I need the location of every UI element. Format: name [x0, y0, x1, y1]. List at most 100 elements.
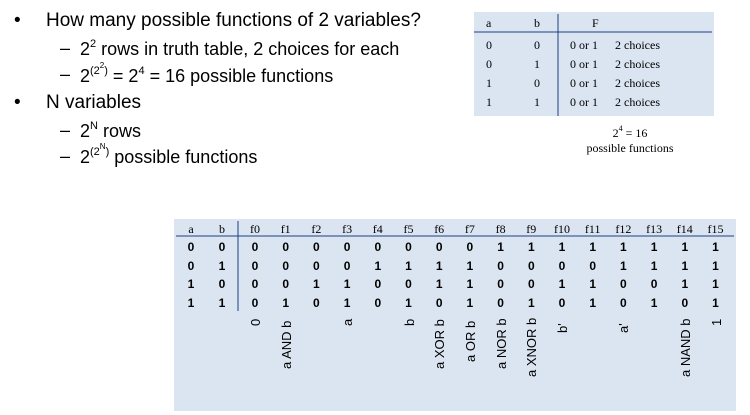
function-header-f0: f0 [250, 222, 260, 236]
function-cell: 1 [527, 296, 535, 310]
function-header-f9: f9 [526, 222, 537, 236]
function-cell: 1 [681, 259, 689, 273]
small-table-caption: 24 = 16 possible functions [560, 125, 700, 156]
function-cell: 1 [712, 277, 719, 291]
function-cell: 1 [681, 240, 689, 254]
function-name-label: a XNOR b [524, 317, 540, 377]
function-name-label: a [340, 318, 356, 327]
function-cell: 1 [343, 277, 351, 291]
function-cell: 0 [527, 277, 535, 291]
bullet-dot: • [14, 10, 21, 31]
function-cell: 1 [466, 277, 474, 291]
function-cell: 1 [313, 277, 320, 291]
small-cell-f: 0 or 1 [570, 57, 598, 71]
function-cell: 0 [620, 277, 627, 291]
function-cell: 0 [405, 277, 412, 291]
function-cell: 0 [681, 296, 689, 310]
caption-text: possible functions [586, 141, 674, 155]
function-cell: 0 [435, 296, 443, 310]
small-cell-b: 0 [534, 76, 540, 90]
small-cell-choices: 2 choices [615, 95, 660, 109]
function-name-label: 0 [248, 318, 263, 327]
function-cell: 0 [435, 240, 443, 254]
small-cell-b: 1 [534, 57, 540, 71]
function-name-label: a OR b [462, 321, 478, 363]
function-header-f5: f5 [403, 222, 414, 236]
function-cell: 1 [650, 259, 658, 273]
input-cell: 0 [187, 240, 195, 254]
function-cell: 0 [313, 240, 320, 254]
function-cell: 1 [558, 277, 566, 291]
function-cell: 0 [251, 259, 259, 273]
input-cell: 0 [187, 259, 195, 273]
function-cell: 1 [405, 296, 412, 310]
function-cell: 0 [313, 259, 320, 273]
function-cell: 0 [282, 240, 290, 254]
function-truth-table: a b f0 f1 f2 f3 f4 f5 f6 f7 f8 f9 f10 f11 f12 f13 f14 f15… [174, 219, 736, 411]
function-cell: 1 [497, 240, 504, 254]
function-cell: 0 [251, 277, 259, 291]
small-cell-a: 1 [486, 95, 492, 109]
function-cell: 1 [712, 259, 719, 273]
input-header-b: b [219, 222, 225, 236]
dash: – [60, 146, 71, 166]
function-header-f1: f1 [280, 222, 291, 236]
function-cell: 0 [343, 259, 351, 273]
dash: – [60, 64, 71, 84]
small-cell-b: 0 [534, 38, 540, 52]
bullet-n-variables: N variables [46, 92, 142, 113]
function-name-label: a NOR b [493, 318, 509, 370]
function-cell: 0 [466, 240, 474, 254]
function-cell: 0 [558, 296, 566, 310]
function-cell: 0 [527, 259, 535, 273]
dash: – [60, 120, 71, 140]
function-cell: 1 [620, 259, 627, 273]
function-cell: 1 [343, 296, 351, 310]
input-cell: 1 [187, 277, 195, 291]
small-header-f: F [592, 16, 599, 30]
function-header-f2: f2 [311, 222, 322, 236]
function-cell: 1 [712, 240, 719, 254]
function-header-f14: f14 [676, 222, 693, 236]
bullet-question: How many possible functions of 2 variabl… [46, 10, 421, 31]
small-header-a: a [486, 16, 492, 30]
function-header-f7: f7 [464, 222, 475, 236]
function-cell: 1 [405, 259, 412, 273]
small-cell-a: 0 [486, 57, 492, 71]
function-cell: 0 [313, 296, 320, 310]
function-name-label: a XOR b [432, 319, 448, 370]
function-cell: 1 [589, 240, 597, 254]
function-header-f11: f11 [584, 222, 601, 236]
function-cell: 0 [374, 240, 382, 254]
function-header-f15: f15 [707, 222, 724, 236]
input-cell: 0 [218, 277, 226, 291]
function-cell: 1 [558, 240, 566, 254]
function-cell: 1 [466, 296, 474, 310]
function-cell: 0 [497, 259, 504, 273]
function-name-label: b' [555, 323, 570, 334]
function-header-f10: f10 [554, 222, 570, 236]
input-cell: 1 [187, 296, 195, 310]
function-cell: 1 [282, 296, 290, 310]
function-header-f4: f4 [372, 222, 383, 236]
dash: – [60, 38, 71, 58]
function-cell: 1 [589, 296, 597, 310]
small-cell-b: 1 [534, 95, 540, 109]
function-cell: 1 [620, 240, 627, 254]
function-name-label: a AND b [278, 320, 294, 370]
function-cell: 0 [497, 296, 504, 310]
function-name-label: a NAND b [677, 318, 693, 377]
function-cell: 1 [374, 259, 382, 273]
function-cell: 0 [343, 240, 351, 254]
function-cell: 1 [712, 296, 719, 310]
function-cell: 0 [374, 277, 382, 291]
function-header-f6: f6 [434, 222, 445, 236]
function-cell: 0 [374, 296, 382, 310]
sub-bullet-rows: 22 rows in truth table, 2 choices for ea… [80, 38, 400, 60]
small-cell-f: 0 or 1 [570, 95, 598, 109]
function-cell: 0 [282, 277, 290, 291]
function-name-label: a' [616, 323, 632, 334]
input-cell: 0 [218, 240, 226, 254]
function-header-f8: f8 [495, 222, 506, 236]
small-cell-choices: 2 choices [615, 76, 660, 90]
